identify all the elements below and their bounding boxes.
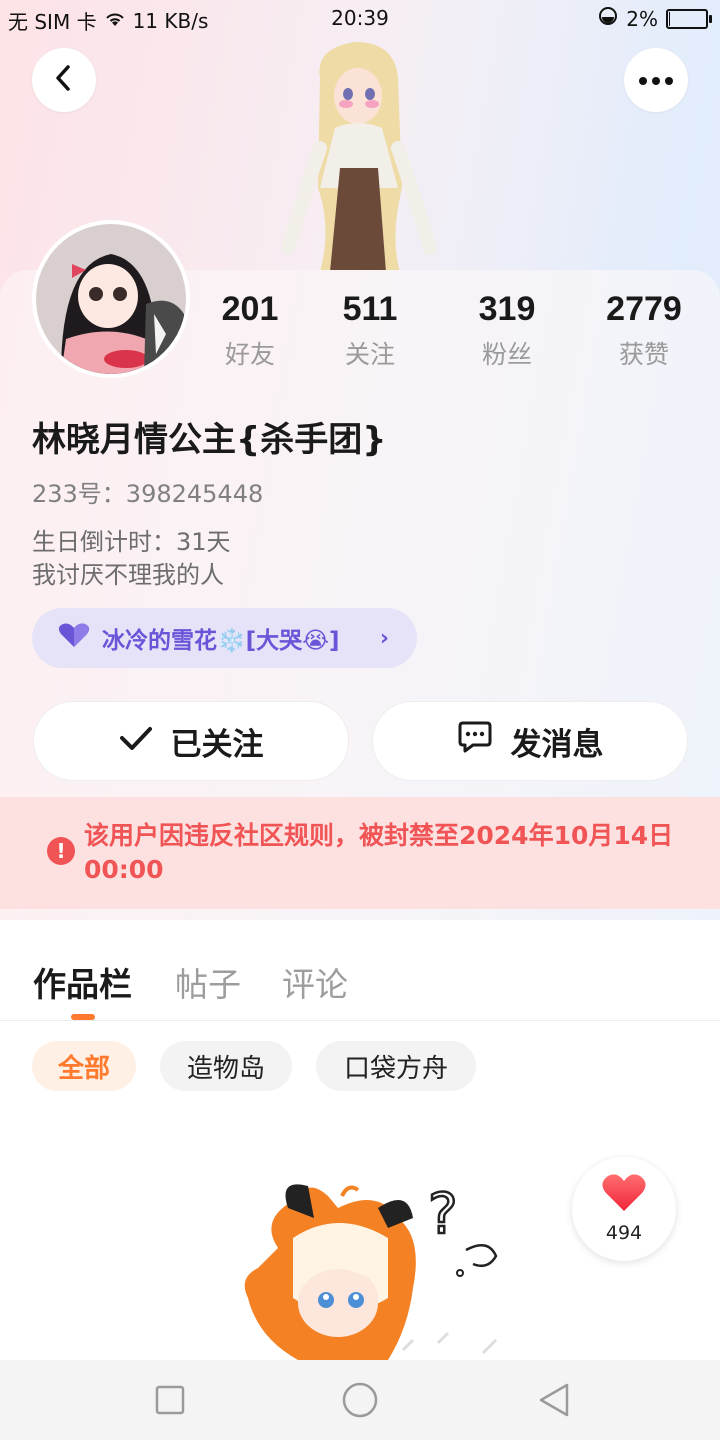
avatar[interactable]	[32, 220, 190, 378]
message-button[interactable]: 发消息	[372, 701, 688, 781]
profile-name: 林晓月情公主{杀手团}	[32, 420, 387, 460]
user-id: 233号：398245448	[32, 480, 264, 508]
battery-icon	[666, 8, 712, 29]
chevron-left-icon	[52, 64, 76, 96]
home-circle-icon[interactable]	[341, 1381, 379, 1423]
stat-label: 关注	[344, 340, 395, 369]
stat-friends[interactable]: 201 好友	[200, 290, 300, 371]
bio-line: 我讨厌不理我的人	[32, 561, 224, 589]
check-icon	[119, 723, 153, 759]
heart-icon	[601, 1173, 647, 1217]
stat-following[interactable]: 511 关注	[320, 290, 420, 371]
bio-line: 生日倒计时：31天	[32, 528, 231, 556]
stat-label: 好友	[224, 340, 275, 369]
followed-label: 已关注	[170, 726, 264, 763]
profile-bio: 生日倒计时：31天 我讨厌不理我的人	[32, 526, 231, 592]
stat-number: 2779	[606, 290, 682, 328]
more-button[interactable]	[624, 48, 688, 112]
tab-posts[interactable]: 帖子	[175, 958, 241, 1006]
ban-text: 该用户因违反社区规则，被封禁至2024年10月14日 00:00	[84, 821, 674, 884]
chevron-right-icon: ›	[379, 625, 389, 651]
like-count: 494	[605, 1222, 643, 1244]
club-label: 冰冷的雪花❄️[大哭😭]	[102, 628, 340, 654]
back-button[interactable]	[32, 48, 96, 112]
stat-label: 获赞	[618, 340, 669, 369]
tab-divider	[0, 1020, 720, 1021]
tab-comments[interactable]: 评论	[282, 958, 348, 1006]
recents-square-icon[interactable]	[155, 1385, 185, 1419]
battery-percent: 2%	[626, 6, 658, 31]
purple-heart-icon	[58, 622, 90, 654]
ban-notice: ! 该用户因违反社区规则，被封禁至2024年10月14日 00:00	[0, 797, 720, 909]
stat-fans[interactable]: 319 粉丝	[457, 290, 557, 371]
stat-number: 201	[221, 290, 279, 328]
back-triangle-icon[interactable]	[537, 1382, 571, 1422]
filter-chip-pocket-ark[interactable]: 口袋方舟	[316, 1041, 476, 1091]
tab-works[interactable]: 作品栏	[33, 958, 132, 1006]
message-label: 发消息	[510, 726, 604, 763]
followed-button[interactable]: 已关注	[33, 701, 349, 781]
system-nav-bar	[0, 1360, 720, 1440]
stat-label: 粉丝	[481, 340, 532, 369]
exclamation-icon: !	[47, 837, 75, 865]
status-bar: 无 SIM 卡 11 KB/s 20:39 2%	[0, 0, 720, 36]
stat-number: 319	[478, 290, 536, 328]
more-dots-icon	[638, 71, 674, 90]
filter-chip-creation-island[interactable]: 造物岛	[160, 1041, 292, 1091]
svg-text:?: ?	[428, 1182, 458, 1247]
club-badge[interactable]: 冰冷的雪花❄️[大哭😭] ›	[32, 608, 417, 668]
chat-bubble-icon	[457, 720, 493, 762]
stat-likes[interactable]: 2779 获赞	[590, 290, 698, 371]
character-illustration	[280, 38, 440, 272]
confused-character-sticker: ?	[238, 1178, 508, 1360]
like-button[interactable]: 494	[572, 1157, 676, 1261]
filter-chip-all[interactable]: 全部	[32, 1041, 136, 1091]
stat-number: 511	[342, 290, 398, 328]
moon-icon	[598, 6, 618, 31]
